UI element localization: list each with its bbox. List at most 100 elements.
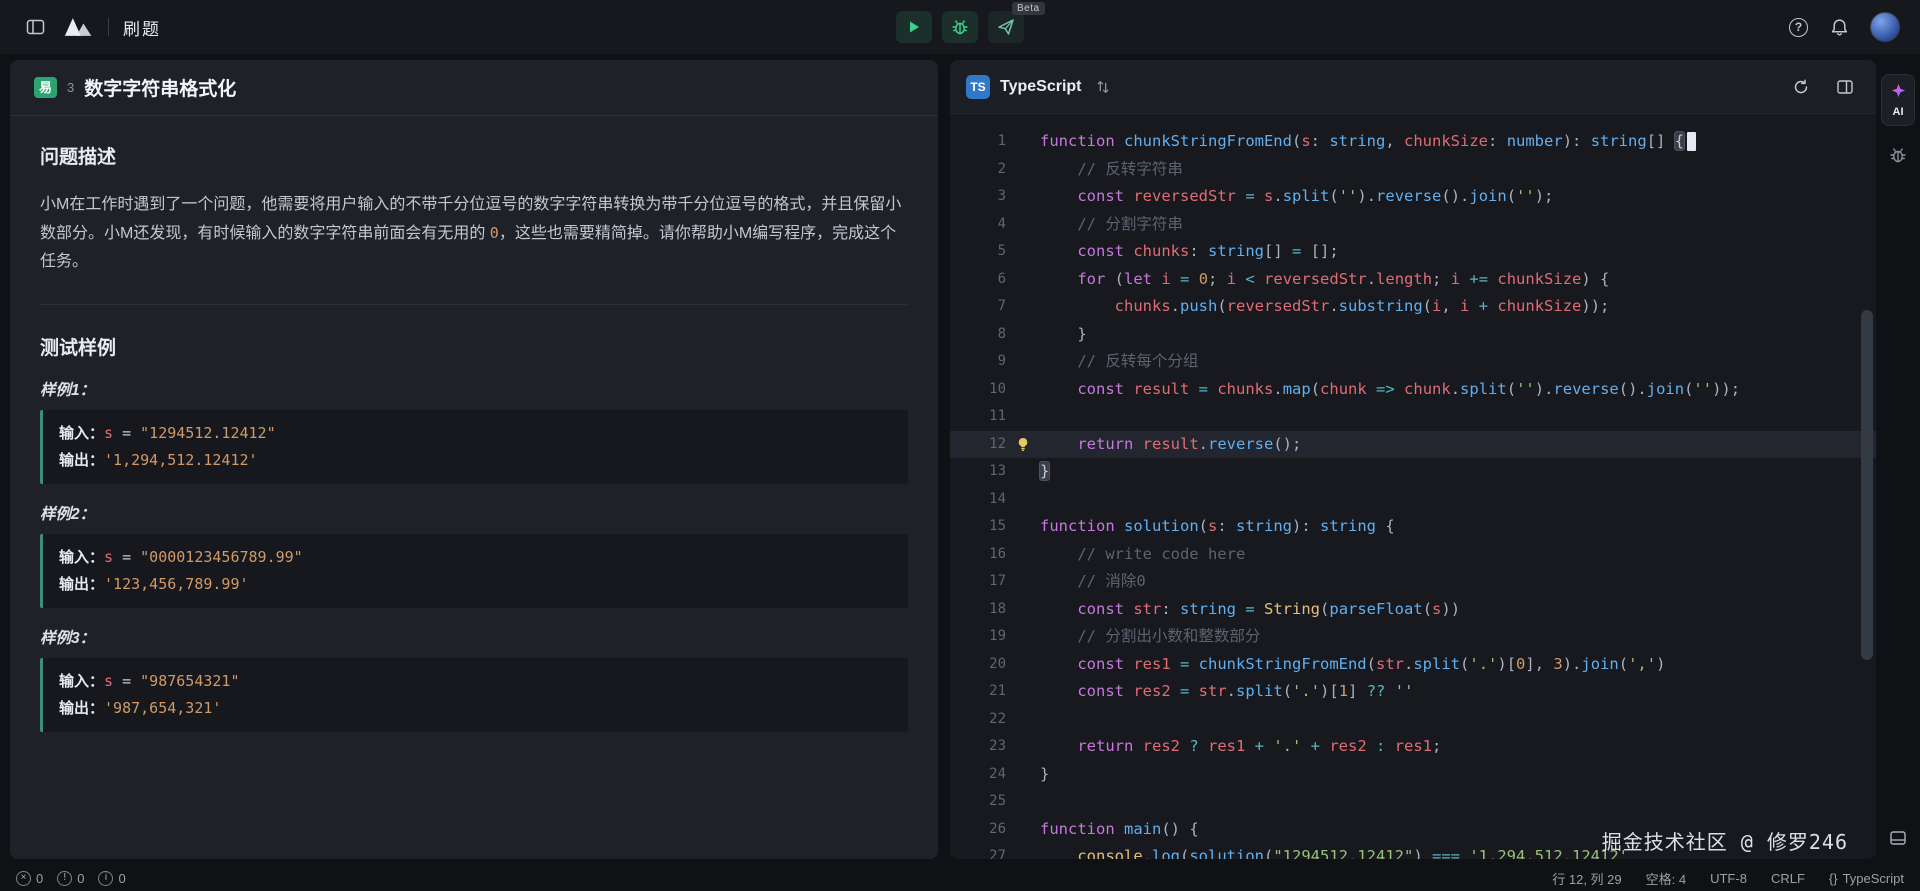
debug-test-button[interactable] — [942, 11, 978, 43]
sample-row-label: 输出： — [59, 452, 104, 469]
code-line-12[interactable]: 12 return result.reverse(); — [950, 431, 1876, 459]
app-logo[interactable] — [64, 12, 94, 42]
switch-language-icon[interactable] — [1092, 76, 1114, 98]
line-number[interactable]: 17 — [950, 568, 1006, 596]
line-number[interactable]: 25 — [950, 788, 1006, 816]
layout-split-icon[interactable] — [1830, 72, 1860, 102]
code-lines: 1function chunkStringFromEnd(s: string, … — [950, 128, 1876, 859]
language-mode[interactable]: {} TypeScript — [1829, 871, 1904, 886]
code-line-22[interactable]: 22 — [950, 706, 1876, 734]
line-number[interactable]: 9 — [950, 348, 1006, 376]
code-line-6[interactable]: 6 for (let i = 0; i < reversedStr.length… — [950, 266, 1876, 294]
code-line-2[interactable]: 2 // 反转字符串 — [950, 156, 1876, 184]
ai-assistant-button[interactable]: AI — [1881, 74, 1915, 126]
warning-counter[interactable]: ! 0 — [57, 871, 84, 886]
line-number[interactable]: 22 — [950, 706, 1006, 734]
line-number[interactable]: 6 — [950, 266, 1006, 294]
code-text: return res2 ? res1 + '.' + res2 : res1; — [1040, 733, 1441, 761]
user-avatar[interactable] — [1870, 12, 1900, 42]
editor-status-group: 行 12, 列 29 空格: 4 UTF-8 CRLF {} TypeScrip… — [1552, 869, 1904, 888]
line-number[interactable]: 1 — [950, 128, 1006, 156]
sample-code: s = "987654321" — [104, 672, 239, 690]
line-number[interactable]: 5 — [950, 238, 1006, 266]
run-button[interactable] — [896, 11, 932, 43]
code-line-15[interactable]: 15 function solution(s: string): string { — [950, 513, 1876, 541]
code-line-7[interactable]: 7 chunks.push(reversedStr.substring(i, i… — [950, 293, 1876, 321]
code-text: function solution(s: string): string { — [1040, 513, 1395, 541]
line-number[interactable]: 14 — [950, 486, 1006, 514]
gutter — [1006, 761, 1040, 789]
code-line-24[interactable]: 24} — [950, 761, 1876, 789]
problem-body: 问题描述 小M在工作时遇到了一个问题，他需要将用户输入的不带千分位逗号的数字字符… — [10, 116, 938, 859]
line-ending-setting[interactable]: CRLF — [1771, 871, 1805, 886]
line-number[interactable]: 4 — [950, 211, 1006, 239]
code-line-21[interactable]: 21 const res2 = str.split('.')[1] ?? '' — [950, 678, 1876, 706]
code-line-18[interactable]: 18 const str: string = String(parseFloat… — [950, 596, 1876, 624]
line-number[interactable]: 27 — [950, 843, 1006, 859]
submit-button[interactable]: Beta — [988, 11, 1024, 43]
line-number[interactable]: 15 — [950, 513, 1006, 541]
line-number[interactable]: 8 — [950, 321, 1006, 349]
code-line-10[interactable]: 10 const result = chunks.map(chunk => ch… — [950, 376, 1876, 404]
gutter — [1006, 183, 1040, 211]
line-number[interactable]: 23 — [950, 733, 1006, 761]
line-number[interactable]: 11 — [950, 403, 1006, 431]
gutter — [1006, 623, 1040, 651]
code-text: for (let i = 0; i < reversedStr.length; … — [1040, 266, 1609, 294]
line-number[interactable]: 21 — [950, 678, 1006, 706]
code-text: // 分割字符串 — [1040, 211, 1183, 239]
braces-icon: {} — [1829, 871, 1838, 886]
code-line-25[interactable]: 25 — [950, 788, 1876, 816]
lightbulb-icon[interactable] — [1006, 431, 1040, 459]
code-text: return result.reverse(); — [1040, 431, 1301, 459]
code-line-5[interactable]: 5 const chunks: string[] = []; — [950, 238, 1876, 266]
code-line-17[interactable]: 17 // 消除0 — [950, 568, 1876, 596]
code-line-14[interactable]: 14 — [950, 486, 1876, 514]
panel-toggle-icon[interactable] — [1883, 823, 1913, 853]
line-number[interactable]: 26 — [950, 816, 1006, 844]
line-number[interactable]: 20 — [950, 651, 1006, 679]
code-text: // 反转字符串 — [1040, 156, 1183, 184]
code-text: function main() { — [1040, 816, 1199, 844]
code-line-3[interactable]: 3 const reversedStr = s.split('').revers… — [950, 183, 1876, 211]
line-number[interactable]: 7 — [950, 293, 1006, 321]
debug-rail-icon[interactable] — [1883, 140, 1913, 170]
gutter — [1006, 128, 1040, 156]
gutter — [1006, 293, 1040, 321]
line-number[interactable]: 24 — [950, 761, 1006, 789]
line-number[interactable]: 12 — [950, 431, 1006, 459]
cursor-position[interactable]: 行 12, 列 29 — [1552, 869, 1621, 888]
beta-badge: Beta — [1012, 2, 1045, 15]
code-line-20[interactable]: 20 const res1 = chunkStringFromEnd(str.s… — [950, 651, 1876, 679]
notifications-icon[interactable] — [1824, 12, 1854, 42]
code-line-4[interactable]: 4 // 分割字符串 — [950, 211, 1876, 239]
code-line-9[interactable]: 9 // 反转每个分组 — [950, 348, 1876, 376]
sidebar-toggle-icon[interactable] — [20, 12, 50, 42]
scrollbar-thumb[interactable] — [1861, 310, 1873, 660]
encoding-setting[interactable]: UTF-8 — [1710, 871, 1747, 886]
line-number[interactable]: 2 — [950, 156, 1006, 184]
code-line-13[interactable]: 13} — [950, 458, 1876, 486]
code-line-16[interactable]: 16 // write code here — [950, 541, 1876, 569]
line-number[interactable]: 13 — [950, 458, 1006, 486]
code-editor[interactable]: 1function chunkStringFromEnd(s: string, … — [950, 114, 1876, 859]
indentation-setting[interactable]: 空格: 4 — [1646, 869, 1686, 888]
line-number[interactable]: 18 — [950, 596, 1006, 624]
code-line-19[interactable]: 19 // 分割出小数和整数部分 — [950, 623, 1876, 651]
help-icon[interactable]: ? — [1789, 18, 1808, 37]
reset-code-icon[interactable] — [1786, 72, 1816, 102]
sample-row: 输出：'123,456,789.99' — [59, 571, 892, 598]
editor-scrollbar[interactable] — [1861, 180, 1873, 851]
line-number[interactable]: 3 — [950, 183, 1006, 211]
info-counter[interactable]: i 0 — [98, 871, 125, 886]
error-counter[interactable]: × 0 — [16, 871, 43, 886]
line-number[interactable]: 16 — [950, 541, 1006, 569]
code-line-8[interactable]: 8 } — [950, 321, 1876, 349]
line-number[interactable]: 19 — [950, 623, 1006, 651]
sample-row: 输出：'987,654,321' — [59, 695, 892, 722]
gutter — [1006, 568, 1040, 596]
code-line-11[interactable]: 11 — [950, 403, 1876, 431]
line-number[interactable]: 10 — [950, 376, 1006, 404]
code-line-23[interactable]: 23 return res2 ? res1 + '.' + res2 : res… — [950, 733, 1876, 761]
code-line-1[interactable]: 1function chunkStringFromEnd(s: string, … — [950, 128, 1876, 156]
